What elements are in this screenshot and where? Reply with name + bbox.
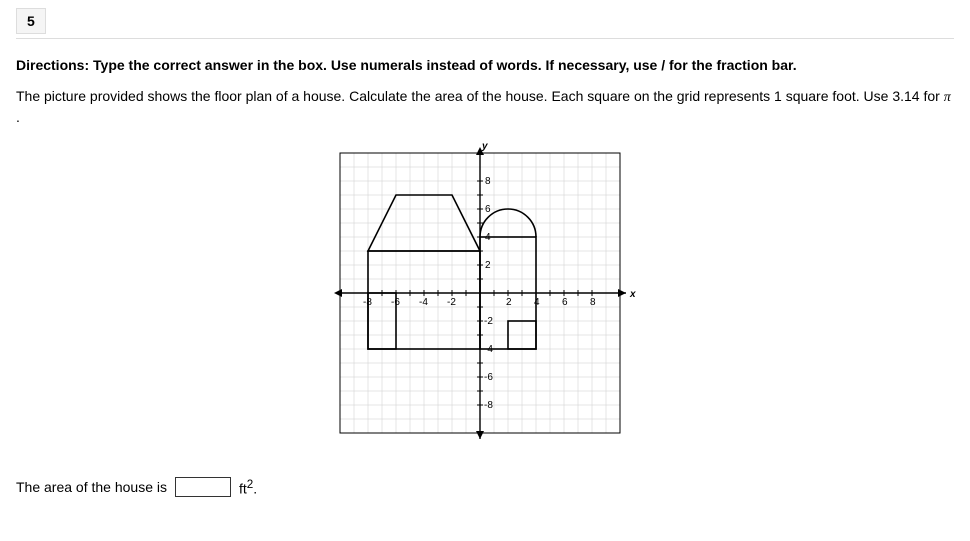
- svg-text:8: 8: [485, 176, 491, 187]
- answer-unit: ft2.: [239, 478, 257, 497]
- svg-text:4: 4: [534, 297, 540, 308]
- svg-text:-2: -2: [484, 316, 493, 327]
- svg-text:6: 6: [485, 204, 491, 215]
- svg-text:2: 2: [485, 260, 491, 271]
- answer-prefix: The area of the house is: [16, 479, 167, 495]
- svg-text:8: 8: [590, 297, 596, 308]
- problem-line1: The picture provided shows the floor pla…: [16, 88, 944, 104]
- svg-text:-2: -2: [447, 297, 456, 308]
- graph-container: x y -8-6-4-2 2468 8642 -2-4-6-8: [16, 143, 954, 453]
- svg-text:-6: -6: [484, 372, 493, 383]
- problem-text: The picture provided shows the floor pla…: [16, 87, 954, 127]
- answer-row: The area of the house is ft2.: [16, 477, 954, 497]
- floor-plan-graph: x y -8-6-4-2 2468 8642 -2-4-6-8: [330, 143, 640, 453]
- divider: [16, 38, 954, 39]
- question-number: 5: [16, 8, 46, 34]
- svg-text:-4: -4: [419, 297, 428, 308]
- svg-text:y: y: [481, 143, 488, 152]
- problem-end: .: [16, 109, 20, 125]
- svg-text:-8: -8: [484, 400, 493, 411]
- pi-symbol: π: [944, 90, 951, 105]
- svg-text:2: 2: [506, 297, 512, 308]
- svg-text:x: x: [629, 289, 636, 300]
- svg-text:6: 6: [562, 297, 568, 308]
- answer-input[interactable]: [175, 477, 231, 497]
- directions-text: Directions: Type the correct answer in t…: [16, 57, 954, 73]
